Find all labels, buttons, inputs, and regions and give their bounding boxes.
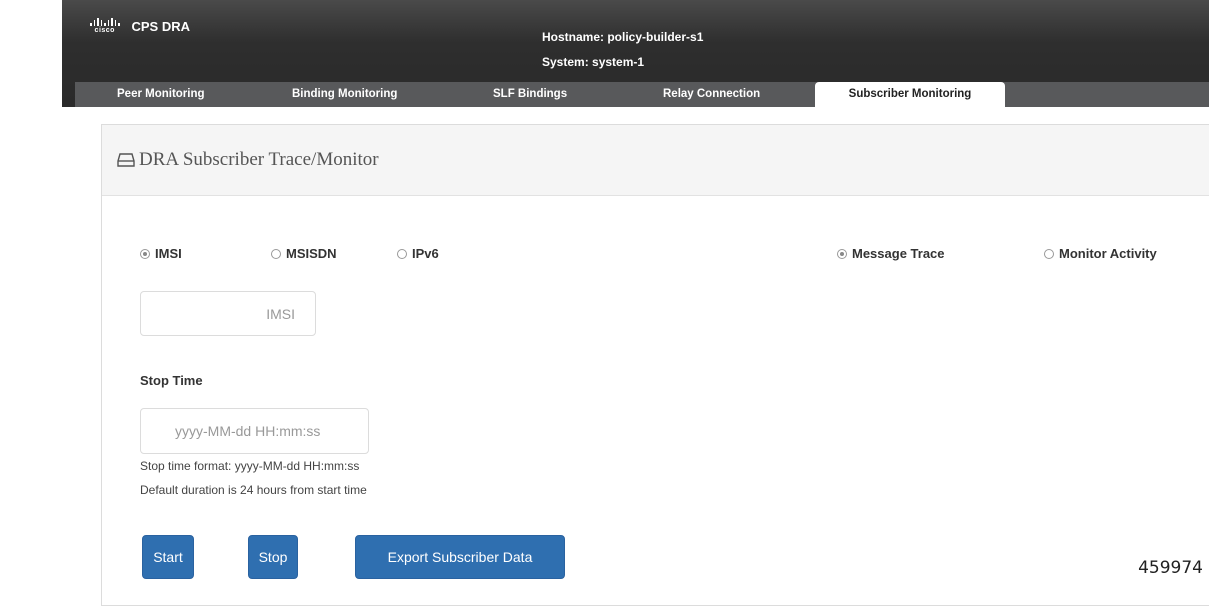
hostname-label: Hostname: policy-builder-s1 <box>542 30 704 44</box>
drive-icon <box>117 153 135 167</box>
radio-message-trace-circle[interactable] <box>837 248 847 259</box>
radio-msisdn-circle[interactable] <box>271 248 281 259</box>
tab-slf-bindings[interactable]: SLF Bindings <box>493 82 567 107</box>
host-info: Hostname: policy-builder-s1 System: syst… <box>542 25 703 75</box>
export-subscriber-data-button[interactable]: Export Subscriber Data <box>355 535 565 579</box>
tab-relay-connection[interactable]: Relay Connection <box>663 82 760 107</box>
tab-binding-monitoring[interactable]: Binding Monitoring <box>292 82 397 107</box>
tab-peer-monitoring[interactable]: Peer Monitoring <box>117 82 205 107</box>
brand: cisco CPS DRA <box>90 18 190 34</box>
nav-tabs: Peer Monitoring Binding Monitoring SLF B… <box>75 82 1209 107</box>
radio-ipv6-label: IPv6 <box>412 246 439 261</box>
stop-time-input[interactable] <box>140 408 369 454</box>
start-button[interactable]: Start <box>142 535 194 579</box>
stop-time-format-help: Stop time format: yyyy-MM-dd HH:mm:ss <box>140 459 360 473</box>
radio-imsi-circle[interactable] <box>140 248 150 259</box>
radio-message-trace-label: Message Trace <box>852 246 945 261</box>
panel-heading: DRA Subscriber Trace/Monitor <box>102 125 1209 196</box>
subscriber-panel: DRA Subscriber Trace/Monitor <box>101 124 1209 606</box>
radio-message-trace[interactable]: Message Trace <box>837 246 945 261</box>
panel-title-text: DRA Subscriber Trace/Monitor <box>139 149 379 170</box>
stop-button[interactable]: Stop <box>248 535 298 579</box>
radio-msisdn-label: MSISDN <box>286 246 337 261</box>
radio-imsi[interactable]: IMSI <box>140 246 182 261</box>
logo-wordmark: cisco <box>94 27 115 34</box>
stop-time-label: Stop Time <box>140 373 203 388</box>
system-label: System: system-1 <box>542 55 645 69</box>
radio-monitor-activity-circle[interactable] <box>1044 248 1054 259</box>
figure-id: 459974 <box>1138 558 1203 578</box>
panel-title: DRA Subscriber Trace/Monitor <box>117 149 379 171</box>
radio-ipv6-circle[interactable] <box>397 248 407 259</box>
app-title: CPS DRA <box>131 18 191 34</box>
radio-imsi-label: IMSI <box>155 246 182 261</box>
top-header: cisco CPS DRA Hostname: policy-builder-s… <box>0 0 1209 107</box>
radio-monitor-activity-label: Monitor Activity <box>1059 246 1157 261</box>
header-left-margin <box>0 0 62 107</box>
radio-monitor-activity[interactable]: Monitor Activity <box>1044 246 1157 261</box>
radio-ipv6[interactable]: IPv6 <box>397 246 439 261</box>
stop-time-duration-help: Default duration is 24 hours from start … <box>140 483 367 497</box>
radio-msisdn[interactable]: MSISDN <box>271 246 337 261</box>
cisco-logo-icon: cisco <box>90 18 120 34</box>
tab-subscriber-monitoring[interactable]: Subscriber Monitoring <box>815 82 1005 107</box>
imsi-input[interactable] <box>140 291 316 336</box>
